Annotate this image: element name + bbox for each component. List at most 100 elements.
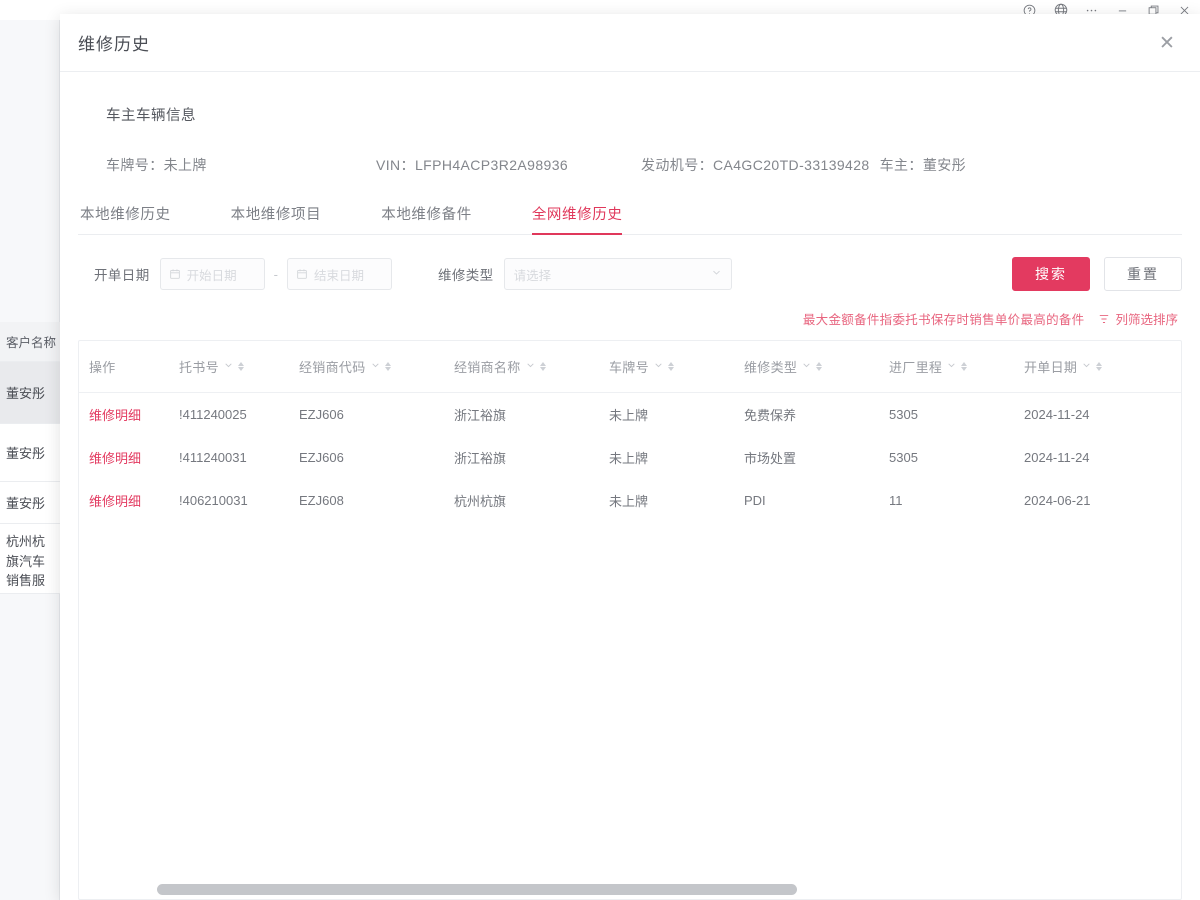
- billing-date-label: 开单日期: [94, 268, 150, 283]
- filter-icon[interactable]: [654, 361, 663, 372]
- table-grid: 操作 托书号 经销商代码 经销商名称 车牌号 维修类型 进厂里程 开单日期 维修…: [79, 341, 1181, 523]
- engine-value: CA4GC20TD-33139428: [713, 157, 870, 173]
- cell-date: 2024-11-24: [1024, 407, 1090, 422]
- reset-button[interactable]: 重置: [1104, 257, 1182, 291]
- sort-icon[interactable]: [816, 362, 823, 371]
- repair-type-select[interactable]: 请选择: [503, 258, 732, 290]
- vin-field: VIN：LFPH4ACP3R2A98936: [376, 155, 641, 175]
- repair-type-label: 维修类型: [437, 268, 494, 283]
- repair-type-placeholder: 请选择: [513, 268, 552, 283]
- column-header-op-label: 操作: [89, 360, 116, 375]
- plate-field: 车牌号：未上牌: [106, 155, 376, 175]
- tab-network-repair-history[interactable]: 全网维修历史: [531, 203, 623, 235]
- vehicle-info-row: 车牌号：未上牌 VIN：LFPH4ACP3R2A98936 发动机号：CA4GC…: [106, 155, 1182, 175]
- filter-icon[interactable]: [947, 361, 956, 372]
- cell-note: !406210031: [179, 493, 248, 508]
- sort-icon[interactable]: [1096, 362, 1103, 371]
- tab-local-repair-history[interactable]: 本地维修历史: [80, 203, 171, 234]
- sort-icon[interactable]: [384, 362, 391, 371]
- tab-local-repair-items[interactable]: 本地维修项目: [231, 203, 322, 234]
- filter-icon[interactable]: [526, 361, 535, 372]
- cell-code: EZJ606: [299, 407, 344, 422]
- search-button[interactable]: 搜索: [1012, 257, 1090, 291]
- owner-label: 车主：: [879, 157, 923, 173]
- end-date-input[interactable]: 结束日期: [286, 258, 392, 290]
- column-filter-sort-button[interactable]: 列筛选排序: [1098, 309, 1178, 328]
- cell-mileage: 5305: [889, 407, 918, 422]
- start-date-input[interactable]: 开始日期: [159, 258, 265, 290]
- cell-plate: 未上牌: [609, 451, 649, 466]
- row-action-cell: 维修明细: [79, 479, 179, 522]
- repair-history-table: 操作 托书号 经销商代码 经销商名称 车牌号 维修类型 进厂里程 开单日期 维修…: [78, 340, 1182, 900]
- cell-name: 浙江裕旗: [454, 408, 507, 423]
- background-row-1[interactable]: 董安彤: [0, 424, 60, 482]
- max-amount-part-note: 最大金额备件指委托书保存时销售单价最高的备件: [802, 313, 1085, 327]
- engine-field: 发动机号：CA4GC20TD-33139428: [641, 155, 870, 175]
- cell-date: 2024-11-24: [1024, 450, 1090, 465]
- cell-plate: 未上牌: [609, 408, 649, 423]
- table-body: 维修明细 !411240025 EZJ606 浙江裕旗 未上牌 免费保养 530…: [79, 393, 1181, 523]
- repair-history-dialog: 维修历史 ✕ 车主车辆信息 车牌号：未上牌 VIN：LFPH4ACP3R2A98…: [60, 14, 1200, 900]
- cell-note: !411240025: [179, 407, 247, 422]
- calendar-icon: [169, 268, 181, 280]
- calendar-icon: [296, 268, 308, 280]
- dialog-header: 维修历史 ✕: [60, 14, 1200, 72]
- column-header-name: 经销商名称: [454, 341, 609, 393]
- owner-field: 车主：董安彤: [880, 155, 966, 175]
- note-row: 最大金额备件指委托书保存时销售单价最高的备件 列筛选排序: [78, 309, 1182, 328]
- cell-code: EZJ606: [299, 450, 344, 465]
- column-header-note-label: 托书号: [179, 360, 219, 375]
- sort-icon[interactable]: [539, 362, 546, 371]
- dialog-body: 车主车辆信息 车牌号：未上牌 VIN：LFPH4ACP3R2A98936 发动机…: [60, 72, 1200, 900]
- cell-note: !411240031: [179, 450, 247, 465]
- row-action-cell: 维修明细: [79, 393, 179, 437]
- close-icon[interactable]: ✕: [1156, 32, 1178, 54]
- column-header-name-label: 经销商名称: [454, 360, 521, 375]
- end-date-placeholder: 结束日期: [313, 268, 364, 283]
- sort-icon[interactable]: [237, 362, 244, 371]
- table-empty-space: [79, 522, 1181, 883]
- cell-type: 免费保养: [744, 408, 797, 423]
- scrollbar-thumb[interactable]: [157, 883, 797, 895]
- sort-icon[interactable]: [667, 362, 674, 371]
- date-range-separator: -: [273, 266, 278, 282]
- cell-mileage: 5305: [889, 450, 918, 465]
- sort-icon[interactable]: [961, 362, 968, 371]
- repair-detail-link[interactable]: 维修明细: [89, 408, 141, 423]
- column-header-plate-label: 车牌号: [609, 360, 649, 375]
- background-row-3[interactable]: 杭州杭旗汽车销售服务有限公司: [0, 524, 60, 594]
- filter-icon[interactable]: [371, 361, 380, 372]
- background-column-header: 客户名称: [0, 322, 60, 362]
- plate-label: 车牌号：: [106, 157, 164, 173]
- column-header-code-label: 经销商代码: [299, 360, 366, 375]
- cell-type: 市场处置: [744, 451, 797, 466]
- column-header-date: 开单日期: [1024, 341, 1181, 393]
- cell-mileage: 11: [889, 493, 903, 508]
- page-title: 维修历史: [78, 35, 150, 54]
- background-row-2[interactable]: 董安彤: [0, 482, 60, 524]
- repair-detail-link[interactable]: 维修明细: [89, 451, 141, 466]
- row-action-cell: 维修明细: [79, 436, 179, 479]
- background-row-0[interactable]: 董安彤: [0, 362, 60, 424]
- chevron-down-icon: [711, 267, 722, 281]
- filter-icon[interactable]: [224, 361, 233, 372]
- table-row[interactable]: 维修明细 !406210031 EZJ608 杭州杭旗 未上牌 PDI 11 2…: [79, 479, 1181, 522]
- filter-icon[interactable]: [802, 361, 811, 372]
- tab-bar: 本地维修历史 本地维修项目 本地维修备件 全网维修历史: [78, 203, 1182, 235]
- column-header-op: 操作: [79, 341, 179, 393]
- cell-code: EZJ608: [299, 493, 344, 508]
- table-row[interactable]: 维修明细 !411240031 EZJ606 浙江裕旗 未上牌 市场处置 530…: [79, 436, 1181, 479]
- filter-icon[interactable]: [1082, 361, 1091, 372]
- repair-detail-link[interactable]: 维修明细: [89, 494, 141, 509]
- tab-local-repair-parts[interactable]: 本地维修备件: [381, 203, 472, 234]
- table-head: 操作 托书号 经销商代码 经销商名称 车牌号 维修类型 进厂里程 开单日期: [79, 341, 1181, 393]
- column-header-mileage-label: 进厂里程: [889, 360, 943, 375]
- table-horizontal-scrollbar[interactable]: [79, 883, 1181, 899]
- cell-name: 浙江裕旗: [454, 451, 507, 466]
- table-header-row: 操作 托书号 经销商代码 经销商名称 车牌号 维修类型 进厂里程 开单日期: [79, 341, 1181, 393]
- background-customer-table: 客户名称 董安彤 董安彤 董安彤 杭州杭旗汽车销售服务有限公司: [0, 20, 60, 900]
- vehicle-info-section-title: 车主车辆信息: [106, 108, 196, 124]
- columns-icon: [1098, 313, 1110, 325]
- engine-label: 发动机号：: [641, 157, 713, 173]
- table-row[interactable]: 维修明细 !411240025 EZJ606 浙江裕旗 未上牌 免费保养 530…: [79, 393, 1181, 437]
